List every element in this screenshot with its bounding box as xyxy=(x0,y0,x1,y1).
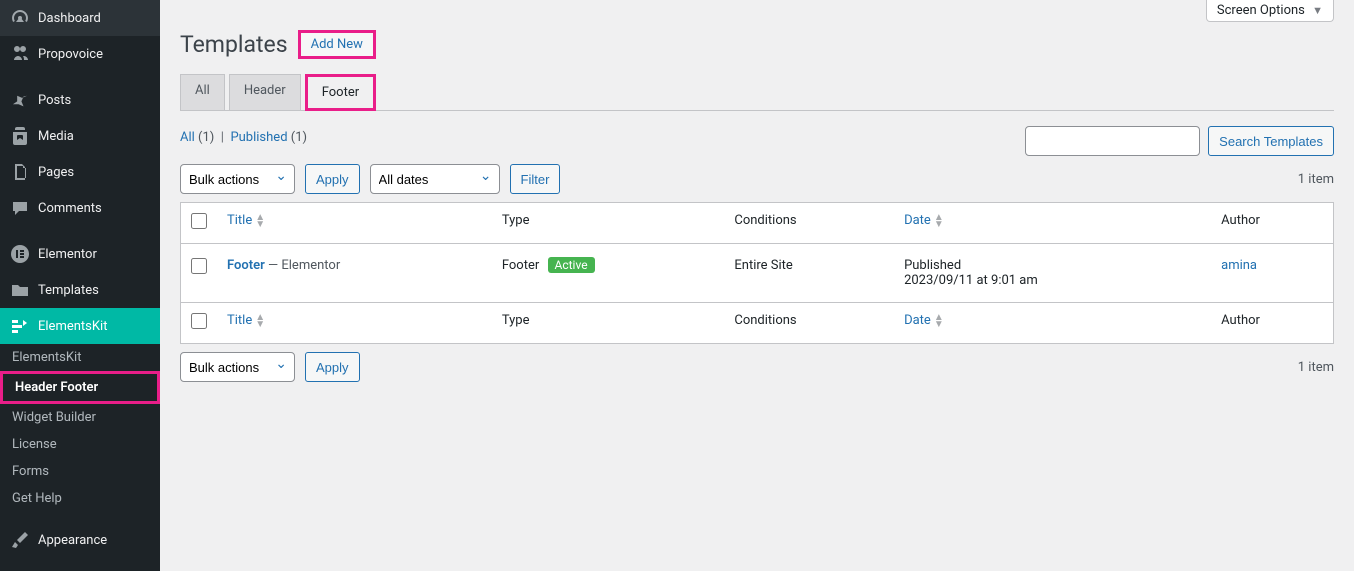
tab-header[interactable]: Header xyxy=(229,74,301,110)
col-author: Author xyxy=(1211,203,1333,244)
row-type: Footer xyxy=(502,258,539,273)
main-content: Screen Options ▼ Templates Add New All H… xyxy=(160,0,1354,571)
filter-all-link[interactable]: All xyxy=(180,130,195,145)
sidebar-item-posts[interactable]: Posts xyxy=(0,82,160,118)
sidebar-label: Media xyxy=(38,129,74,144)
sidebar-label: Comments xyxy=(38,201,102,216)
search-input[interactable] xyxy=(1025,126,1200,156)
col-type-foot: Type xyxy=(492,303,725,344)
row-title-suffix: — Elementor xyxy=(265,258,340,273)
sort-icon: ▲▼ xyxy=(934,214,944,228)
select-all-bottom[interactable] xyxy=(191,313,207,329)
filter-published-link[interactable]: Published xyxy=(230,130,287,145)
bulk-actions-select-top[interactable]: Bulk actions xyxy=(180,164,295,194)
sidebar-item-comments[interactable]: Comments xyxy=(0,190,160,226)
screen-options-toggle[interactable]: Screen Options ▼ xyxy=(1206,0,1334,22)
row-checkbox[interactable] xyxy=(191,258,207,274)
sidebar-sub-header-footer[interactable]: Header Footer xyxy=(0,371,160,404)
status-filter-links: All (1) | Published (1) xyxy=(180,130,307,145)
sidebar-label: Appearance xyxy=(38,533,107,548)
sidebar-item-elementor[interactable]: Elementor xyxy=(0,236,160,272)
col-type: Type xyxy=(492,203,725,244)
filter-button[interactable]: Filter xyxy=(510,164,561,194)
filter-published-count: (1) xyxy=(291,130,307,145)
tab-all[interactable]: All xyxy=(180,74,225,110)
pages-icon xyxy=(10,162,30,182)
sort-icon: ▲▼ xyxy=(255,214,265,228)
templates-table: Title▲▼ Type Conditions Date▲▼ Author Fo… xyxy=(180,202,1334,344)
sidebar-label: Posts xyxy=(38,93,71,108)
screen-options-label: Screen Options xyxy=(1217,3,1305,18)
col-date-foot[interactable]: Date▲▼ xyxy=(904,313,944,328)
apply-button-bottom[interactable]: Apply xyxy=(305,352,360,382)
row-author-link[interactable]: amina xyxy=(1221,258,1257,273)
dashboard-icon xyxy=(10,8,30,28)
sort-icon: ▲▼ xyxy=(934,314,944,328)
row-date-time: 2023/09/11 at 9:01 am xyxy=(904,273,1201,288)
table-row: Footer — Elementor Footer Active Entire … xyxy=(181,244,1334,303)
sidebar-sub-widget-builder[interactable]: Widget Builder xyxy=(0,404,160,431)
col-title-foot[interactable]: Title▲▼ xyxy=(227,313,265,328)
sidebar-item-appearance[interactable]: Appearance xyxy=(0,522,160,558)
select-all-top[interactable] xyxy=(191,213,207,229)
sidebar-item-media[interactable]: Media xyxy=(0,118,160,154)
sidebar-label: ElementsKit xyxy=(38,319,107,334)
sidebar-label: Templates xyxy=(38,283,99,298)
item-count-top: 1 item xyxy=(1298,172,1334,187)
date-filter-select[interactable]: All dates xyxy=(370,164,500,194)
col-author-foot: Author xyxy=(1211,303,1333,344)
col-conditions-foot: Conditions xyxy=(724,303,894,344)
media-icon xyxy=(10,126,30,146)
sidebar-label: Propovoice xyxy=(38,47,103,62)
sidebar-sub-forms[interactable]: Forms xyxy=(0,458,160,485)
sidebar-label: Elementor xyxy=(38,247,97,262)
sidebar-item-propovoice[interactable]: Propovoice xyxy=(0,36,160,72)
sidebar-item-pages[interactable]: Pages xyxy=(0,154,160,190)
row-conditions: Entire Site xyxy=(724,244,894,303)
search-button[interactable]: Search Templates xyxy=(1208,126,1334,156)
sidebar-label: Dashboard xyxy=(38,11,101,26)
sidebar-sub-get-help[interactable]: Get Help xyxy=(0,485,160,512)
pin-icon xyxy=(10,90,30,110)
col-date[interactable]: Date▲▼ xyxy=(904,213,944,228)
comments-icon xyxy=(10,198,30,218)
apply-button-top[interactable]: Apply xyxy=(305,164,360,194)
sidebar-item-dashboard[interactable]: Dashboard xyxy=(0,0,160,36)
brush-icon xyxy=(10,530,30,550)
sidebar-sub-elementskit[interactable]: ElementsKit xyxy=(0,344,160,371)
row-title-link[interactable]: Footer xyxy=(227,258,265,273)
sort-icon: ▲▼ xyxy=(255,314,265,328)
add-new-button[interactable]: Add New xyxy=(298,30,376,59)
row-date-status: Published xyxy=(904,258,1201,273)
elementskit-icon xyxy=(10,316,30,336)
tab-footer[interactable]: Footer xyxy=(305,74,376,111)
sidebar-sub-license[interactable]: License xyxy=(0,431,160,458)
sidebar-item-elementskit[interactable]: ElementsKit xyxy=(0,308,160,344)
sidebar-item-templates[interactable]: Templates xyxy=(0,272,160,308)
sidebar-label: Pages xyxy=(38,165,74,180)
col-conditions: Conditions xyxy=(724,203,894,244)
template-tabs: All Header Footer xyxy=(180,74,1334,111)
filter-all-count: (1) xyxy=(198,130,214,145)
users-icon xyxy=(10,44,30,64)
filter-sep: | xyxy=(221,130,224,145)
page-title: Templates xyxy=(180,31,288,58)
admin-sidebar: Dashboard Propovoice Posts Media Pages C… xyxy=(0,0,160,571)
bulk-actions-select-bottom[interactable]: Bulk actions xyxy=(180,352,295,382)
chevron-down-icon: ▼ xyxy=(1312,4,1323,17)
col-title[interactable]: Title▲▼ xyxy=(227,213,265,228)
elementor-icon xyxy=(10,244,30,264)
active-badge: Active xyxy=(548,257,595,273)
item-count-bottom: 1 item xyxy=(1298,360,1334,375)
folder-icon xyxy=(10,280,30,300)
